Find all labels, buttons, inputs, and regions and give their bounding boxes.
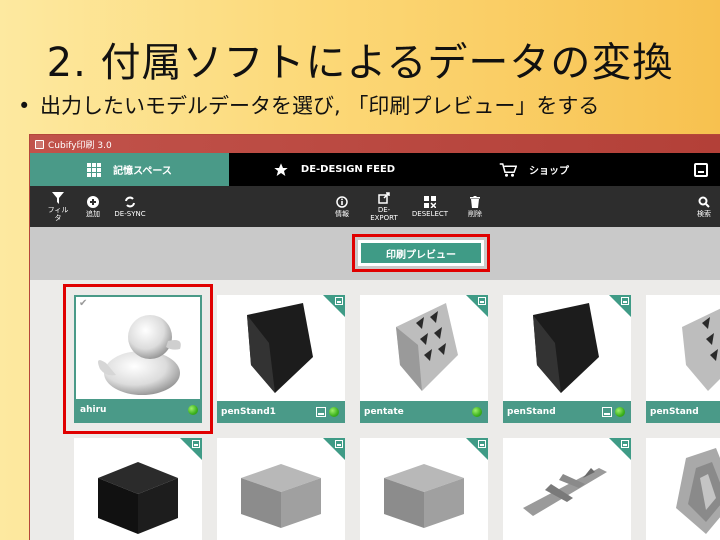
deselect-icon	[424, 195, 436, 209]
add-label: 追加	[86, 209, 100, 218]
model-namebar: ahiru	[76, 399, 200, 421]
model-namebar: penStand	[503, 401, 631, 423]
slide-title: 2. 付属ソフトによるデータの変換	[46, 40, 674, 86]
status-ok-icon	[188, 405, 198, 415]
model-card-penStand-2[interactable]: penStand	[646, 295, 720, 423]
gray-cube-thumbnail	[384, 464, 464, 528]
star-icon	[273, 162, 289, 178]
tab-storage-label: 記憶スペース	[113, 166, 172, 177]
search-icon	[698, 195, 710, 209]
tab-feed[interactable]: DE-DESIGN FEED	[229, 153, 439, 186]
info-button[interactable]: 情報	[332, 195, 352, 219]
model-card[interactable]	[217, 438, 345, 540]
export-button[interactable]: DE- EXPORT	[370, 191, 398, 222]
model-card[interactable]	[74, 438, 202, 540]
status-ok-icon	[329, 407, 339, 417]
pen-stand-thumbnail	[247, 303, 313, 393]
model-card[interactable]	[360, 438, 488, 540]
model-namebar: pentate	[360, 401, 488, 423]
tab-shop[interactable]: ショップ	[439, 153, 629, 186]
desync-button[interactable]: DE-SYNC	[113, 195, 147, 219]
model-card-ahiru[interactable]: ✔ ahiru	[63, 284, 213, 434]
window-titlebar: Cubify印刷 3.0	[30, 135, 720, 153]
status-ok-icon	[472, 407, 482, 417]
model-namebar: penStand1	[217, 401, 345, 423]
model-card[interactable]	[503, 438, 631, 540]
trash-icon	[470, 195, 480, 209]
window-icon	[602, 407, 612, 417]
tab-bar: 記憶スペース DE-DESIGN FEED ショップ	[30, 153, 720, 186]
bullet-marker: •	[18, 94, 31, 118]
window-title: Cubify印刷 3.0	[48, 140, 112, 151]
status-ok-icon	[615, 407, 625, 417]
model-card-penStand[interactable]: penStand	[503, 295, 631, 423]
delete-label: 削除	[468, 209, 482, 218]
window-icon	[694, 162, 708, 177]
filter-label: フィルタ	[47, 205, 69, 222]
plus-icon	[87, 195, 99, 209]
print-preview-button[interactable]: 印刷プレビュー	[352, 234, 490, 272]
search-label: 検索	[697, 209, 711, 218]
slide-bullet: • 出力したいモデルデータを選び, 「印刷プレビュー」をする	[18, 90, 599, 120]
delete-button[interactable]: 削除	[466, 195, 484, 219]
filter-button[interactable]: フィルタ	[46, 191, 70, 222]
gray-cube-thumbnail	[241, 464, 321, 528]
sync-icon	[124, 195, 136, 209]
dark-cube-thumbnail	[98, 462, 178, 534]
duck-thumbnail	[98, 315, 181, 395]
filter-icon	[52, 191, 64, 205]
model-card-penStand1[interactable]: penStand1	[217, 295, 345, 423]
tab-feed-label: DE-DESIGN FEED	[300, 164, 396, 175]
preview-bar: 印刷プレビュー	[30, 227, 720, 280]
model-card[interactable]	[646, 438, 720, 540]
window-menu-button[interactable]	[629, 153, 720, 186]
plane-thumbnail	[523, 468, 607, 516]
model-name: penStand	[650, 407, 699, 417]
model-name: pentate	[364, 407, 404, 417]
tab-shop-label: ショップ	[529, 166, 569, 177]
info-icon	[336, 195, 348, 209]
ship-thumbnail	[676, 448, 720, 534]
model-grid: ✔ ahiru penStand1 pentate penStand penSt…	[30, 280, 720, 540]
pen-stand-thumbnail	[682, 308, 720, 391]
export-icon	[378, 191, 390, 205]
export-label: DE- EXPORT	[370, 205, 398, 222]
app-window: Cubify印刷 3.0 記憶スペース DE-DESIGN FEED ショップ	[29, 134, 720, 540]
model-name: penStand1	[221, 407, 276, 417]
deselect-label: DESELECT	[411, 209, 449, 218]
toolbar: フィルタ 追加 DE-SYNC 情報 DE- EXPORT DESELECT 削…	[30, 186, 720, 227]
info-label: 情報	[335, 209, 349, 218]
model-name: penStand	[507, 407, 556, 417]
deselect-button[interactable]: DESELECT	[412, 195, 448, 219]
pen-stand-thumbnail	[533, 303, 599, 393]
desync-label: DE-SYNC	[114, 209, 146, 218]
grid-icon	[87, 162, 102, 177]
pen-stand-thumbnail	[396, 303, 458, 391]
bullet-text: 出力したいモデルデータを選び, 「印刷プレビュー」をする	[40, 94, 600, 118]
model-card-pentate[interactable]: pentate	[360, 295, 488, 423]
cart-icon	[499, 162, 517, 178]
search-button[interactable]: 検索	[694, 195, 714, 219]
model-name: ahiru	[80, 405, 107, 415]
tab-storage[interactable]: 記憶スペース	[30, 153, 229, 186]
window-icon	[316, 407, 326, 417]
app-icon	[35, 139, 44, 149]
model-namebar: penStand	[646, 401, 720, 423]
add-button[interactable]: 追加	[83, 195, 103, 219]
